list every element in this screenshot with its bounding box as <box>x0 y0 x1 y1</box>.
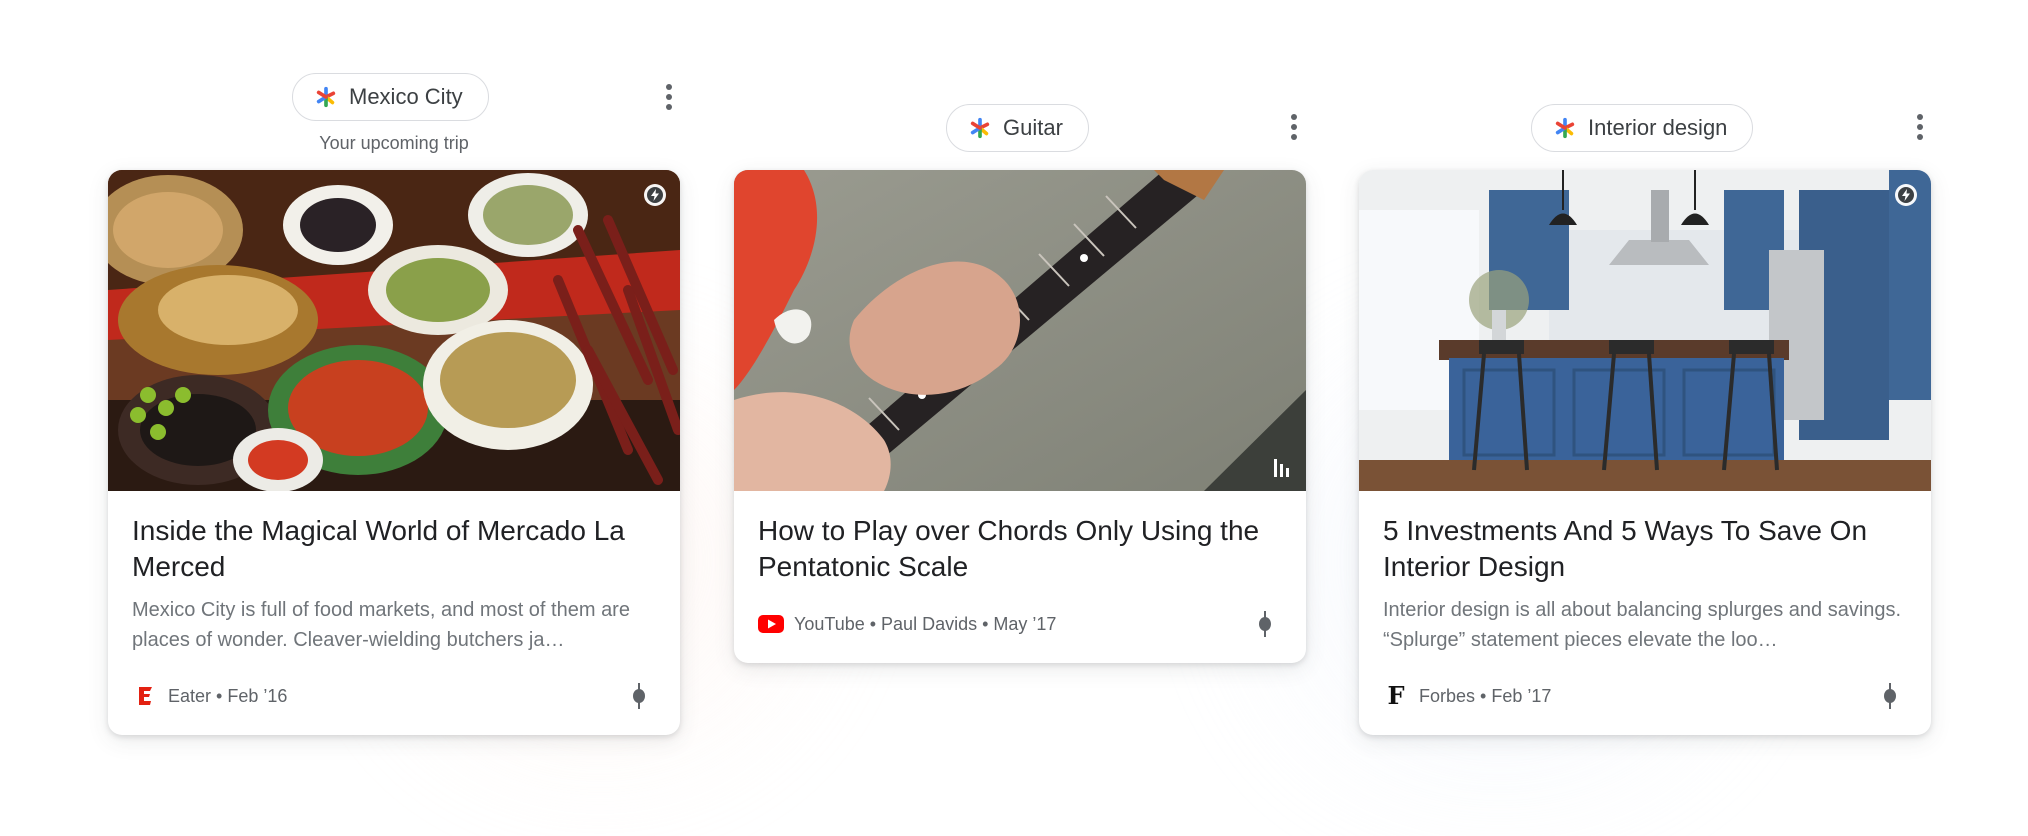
eater-logo-icon <box>132 683 158 709</box>
more-options-icon[interactable] <box>1910 111 1930 143</box>
discover-feed: Mexico City Your upcoming trip Inside th… <box>0 0 2028 836</box>
card-title[interactable]: How to Play over Chords Only Using the P… <box>758 513 1282 585</box>
youtube-logo-icon <box>758 611 784 637</box>
follow-pin-icon[interactable] <box>1883 681 1897 711</box>
card-body: Inside the Magical World of Mercado La M… <box>108 491 680 735</box>
kitchen-illustration <box>1359 170 1931 491</box>
guitar-illustration <box>734 170 1306 491</box>
follow-pin-icon[interactable] <box>1258 609 1272 639</box>
topic-chip-label: Mexico City <box>349 84 463 109</box>
video-card[interactable]: How to Play over Chords Only Using the P… <box>734 170 1306 663</box>
card-meta: YouTube • Paul Davids • May ’17 <box>758 611 1282 637</box>
topic-chip-label: Guitar <box>1003 115 1063 140</box>
amp-lightning-icon <box>1895 184 1917 206</box>
sparkle-icon <box>1555 117 1575 139</box>
card-meta: F Forbes • Feb ’17 <box>1383 683 1907 709</box>
sparkle-icon <box>316 86 336 108</box>
topic-subtitle: Your upcoming trip <box>319 133 469 153</box>
card-title[interactable]: Inside the Magical World of Mercado La M… <box>132 513 656 585</box>
article-card[interactable]: 5 Investments And 5 Ways To Save On Inte… <box>1359 170 1931 735</box>
market-food-illustration <box>108 170 680 491</box>
card-meta: Eater • Feb ’16 <box>132 683 656 709</box>
topic-chip-label: Interior design <box>1588 115 1728 140</box>
market-food-image <box>108 170 680 491</box>
card-source-date: Forbes • Feb ’17 <box>1419 685 1552 706</box>
amp-lightning-icon <box>644 184 666 206</box>
follow-pin-icon[interactable] <box>632 681 646 711</box>
guitar-video-thumbnail[interactable] <box>734 170 1306 491</box>
topic-chip-guitar[interactable]: Guitar <box>946 104 1089 152</box>
article-card[interactable]: Inside the Magical World of Mercado La M… <box>108 170 680 735</box>
video-playback-icon <box>1274 459 1289 477</box>
more-options-icon[interactable] <box>1284 111 1304 143</box>
topic-chip-mexico-city[interactable]: Mexico City <box>292 73 489 121</box>
card-source-date: YouTube • Paul Davids • May ’17 <box>794 613 1057 634</box>
forbes-logo-letter: F <box>1387 681 1405 710</box>
kitchen-image <box>1359 170 1931 491</box>
card-snippet: Interior design is all about balancing s… <box>1383 599 1902 651</box>
more-options-icon[interactable] <box>659 81 679 113</box>
card-title[interactable]: 5 Investments And 5 Ways To Save On Inte… <box>1383 513 1907 585</box>
card-source-date: Eater • Feb ’16 <box>168 685 288 706</box>
card-body: 5 Investments And 5 Ways To Save On Inte… <box>1359 491 1931 735</box>
card-snippet: Mexico City is full of food markets, and… <box>132 599 630 651</box>
topic-chip-interior-design[interactable]: Interior design <box>1531 104 1754 152</box>
forbes-logo-icon: F <box>1383 683 1409 709</box>
sparkle-icon <box>970 117 990 139</box>
card-body: How to Play over Chords Only Using the P… <box>734 491 1306 663</box>
